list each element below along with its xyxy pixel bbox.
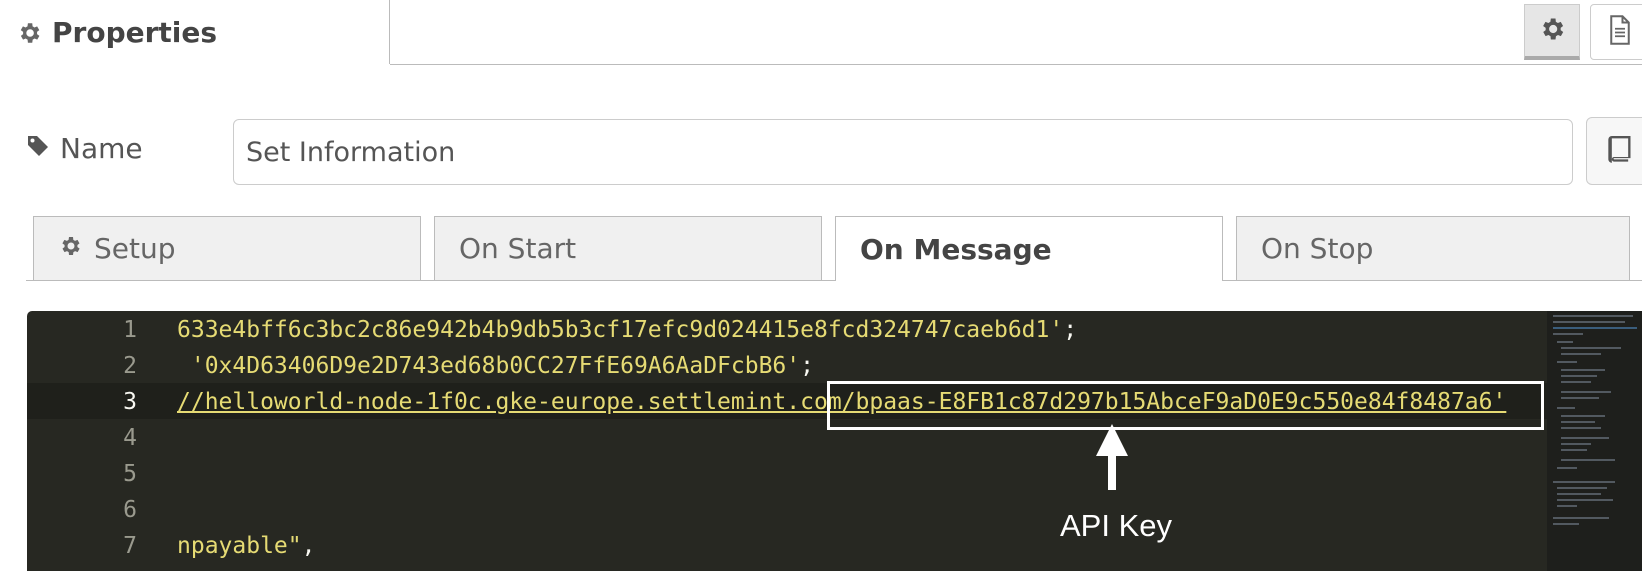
code-line[interactable]: npayable", (177, 533, 315, 559)
line-number: 2 (123, 353, 137, 379)
editor-minimap[interactable] (1547, 311, 1642, 571)
code-line[interactable]: 633e4bff6c3bc2c86e942b4b9db5b3cf17efc9d0… (177, 317, 1077, 343)
gear-icon (16, 20, 42, 50)
line-number: 7 (123, 533, 137, 559)
tab-setup[interactable]: Setup (33, 216, 421, 280)
tab-on-start[interactable]: On Start (434, 216, 822, 280)
line-number: 1 (123, 317, 137, 343)
gear-icon (58, 232, 82, 265)
panel-title: Properties (52, 16, 218, 49)
name-input[interactable] (233, 119, 1573, 185)
book-icon (1607, 136, 1633, 168)
line-number: 5 (123, 461, 137, 487)
code-line[interactable]: '0x4D63406D9e2D743ed68b0CC27FfE69A6AaDFc… (177, 353, 814, 379)
code-editor[interactable]: 1 2 3 4 5 6 7 633e4bff6c3bc2c86e942b4b9d… (27, 311, 1642, 571)
info-document-icon (1607, 15, 1633, 49)
arrow-up-icon (1096, 424, 1128, 490)
tag-icon (26, 132, 50, 165)
name-label: Name (26, 132, 143, 165)
api-key-label: API Key (1060, 508, 1172, 543)
tabs-divider (26, 280, 1642, 281)
api-key-highlight-box (827, 381, 1544, 430)
info-button[interactable] (1590, 4, 1642, 60)
line-number: 4 (123, 425, 137, 451)
header-divider (390, 64, 1642, 65)
line-number: 6 (123, 497, 137, 523)
line-number: 3 (123, 389, 137, 415)
tab-on-stop[interactable]: On Stop (1236, 216, 1630, 280)
settings-gear-icon (1538, 15, 1566, 47)
tab-on-message[interactable]: On Message (835, 216, 1223, 281)
book-button[interactable] (1586, 117, 1642, 185)
settings-button[interactable] (1524, 4, 1580, 60)
properties-tab[interactable]: Properties (0, 0, 390, 64)
